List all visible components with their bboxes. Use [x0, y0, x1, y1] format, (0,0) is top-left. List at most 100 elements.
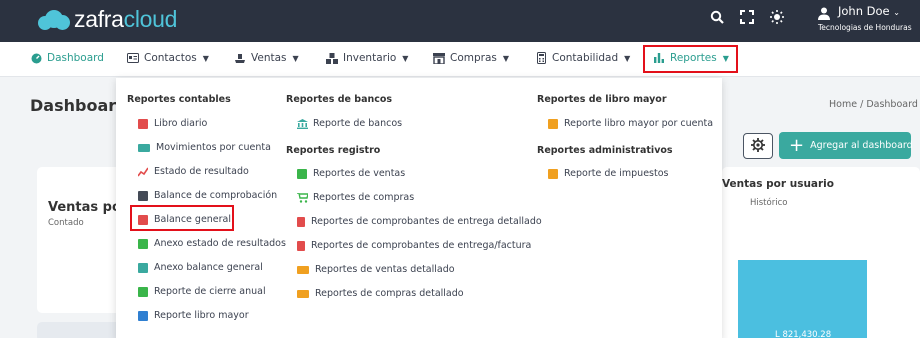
top-bar: zafracloud John Doe ⌄ Tecnologias de Hon… — [0, 0, 920, 42]
menu-item-comprobantes-detallado[interactable]: Reportes de comprobantes de entrega deta… — [297, 216, 542, 227]
cloud-logo-icon — [38, 8, 72, 30]
breadcrumb-current: Dashboard — [866, 99, 918, 110]
menu-item-label: Reportes de ventas — [313, 168, 406, 179]
chevron-down-icon: ▼ — [292, 53, 299, 63]
search-icon[interactable] — [709, 10, 725, 26]
nav-label: Dashboard — [47, 52, 104, 64]
menu-item-reportes-compras[interactable]: Reportes de compras — [297, 191, 415, 203]
organization-name: Tecnologias de Honduras — [818, 23, 912, 32]
chevron-down-icon: ▼ — [402, 53, 409, 63]
menu-item-ventas-detallado[interactable]: Reportes de ventas detallado — [297, 264, 455, 275]
reportes-highlight — [643, 45, 738, 73]
menu-item-anexo-estado[interactable]: Anexo estado de resultados — [138, 238, 286, 249]
contact-card-icon — [127, 52, 139, 64]
menu-item-libro-mayor-cuenta[interactable]: Reporte libro mayor por cuenta — [548, 118, 713, 129]
nav-label: Inventario — [343, 52, 397, 64]
menu-item-label: Reportes de comprobantes de entrega deta… — [311, 216, 542, 227]
money-icon — [138, 143, 150, 152]
plus-icon: + — [789, 134, 805, 156]
menu-item-label: Balance de comprobación — [154, 190, 278, 201]
card-title: Ventas po — [48, 200, 121, 215]
menu-heading-administrativos: Reportes administrativos — [537, 145, 673, 156]
file-icon — [138, 238, 148, 249]
user-name: John Doe ⌄ — [838, 4, 900, 18]
book-icon — [138, 118, 148, 129]
menu-item-cierre-anual[interactable]: Reporte de cierre anual — [138, 286, 266, 297]
menu-item-libro-mayor[interactable]: Reporte libro mayor — [138, 310, 249, 321]
menu-item-label: Anexo estado de resultados — [154, 238, 286, 249]
clipboard-icon — [297, 240, 305, 251]
boxes-icon — [297, 289, 309, 298]
menu-item-label: Reportes de comprobantes de entrega/fact… — [311, 240, 532, 251]
menu-item-libro-diario[interactable]: Libro diario — [138, 118, 207, 129]
nav-dashboard[interactable]: Dashboard — [30, 52, 104, 64]
line-chart-icon — [137, 167, 149, 177]
chevron-down-icon: ▼ — [502, 53, 510, 63]
chevron-down-icon: ▼ — [624, 53, 631, 63]
page-title: Dashboard — [30, 96, 128, 115]
main-nav: Dashboard Contactos ▼ Ventas ▼ Inventari… — [0, 42, 920, 77]
menu-item-label: Reportes de compras — [313, 192, 415, 203]
menu-item-comprobantes-factura[interactable]: Reportes de comprobantes de entrega/fact… — [297, 240, 531, 251]
brand-name: zafracloud — [74, 5, 178, 32]
nav-contabilidad[interactable]: Contabilidad ▼ — [535, 52, 630, 64]
nav-contactos[interactable]: Contactos ▼ — [127, 52, 209, 64]
balance-general-highlight — [130, 205, 234, 231]
store-icon — [433, 52, 445, 64]
file-icon — [138, 310, 148, 321]
menu-item-anexo-balance[interactable]: Anexo balance general — [138, 262, 263, 273]
bank-icon — [297, 118, 308, 129]
sales-icon — [297, 168, 307, 179]
menu-item-label: Movimientos por cuenta — [156, 142, 271, 153]
menu-item-label: Reportes de ventas detallado — [315, 264, 455, 275]
menu-item-movimientos[interactable]: Movimientos por cuenta — [138, 142, 271, 153]
cart-icon — [297, 191, 309, 203]
menu-heading-contables: Reportes contables — [127, 94, 231, 105]
menu-item-reporte-bancos[interactable]: Reporte de bancos — [297, 118, 402, 129]
nav-ventas[interactable]: Ventas ▼ — [234, 52, 299, 64]
menu-item-label: Reporte de cierre anual — [154, 286, 266, 297]
user-icon — [818, 5, 830, 24]
clipboard-icon — [297, 216, 305, 227]
chevron-down-icon: ⌄ — [893, 8, 900, 17]
nav-label: Contactos — [144, 52, 197, 64]
menu-item-balance-comprobacion[interactable]: Balance de comprobación — [138, 190, 277, 201]
menu-item-label: Reportes de compras detallado — [315, 288, 464, 299]
calendar-icon — [138, 286, 148, 297]
menu-heading-registro: Reportes registro — [286, 145, 381, 156]
coins-icon — [548, 168, 558, 179]
nav-label: Contabilidad — [552, 52, 619, 64]
nav-inventario[interactable]: Inventario ▼ — [326, 52, 408, 64]
menu-item-label: Estado de resultado — [154, 166, 249, 177]
menu-item-label: Reporte libro mayor — [154, 310, 249, 321]
add-to-dashboard-button[interactable]: + Agregar al dashboard — [779, 132, 913, 159]
menu-item-label: Reporte libro mayor por cuenta — [564, 118, 714, 129]
card-title: Ventas por usuario — [722, 178, 834, 190]
breadcrumb-home[interactable]: Home — [829, 99, 857, 110]
brightness-icon[interactable] — [769, 10, 785, 26]
gear-icon — [751, 137, 765, 156]
calculator-icon — [535, 52, 547, 64]
file-icon — [138, 262, 148, 273]
card-subtitle: Contado — [48, 218, 84, 228]
brand-logo[interactable]: zafracloud — [38, 6, 177, 32]
chart-bar-value: L 821,430.28 — [775, 330, 832, 338]
menu-item-label: Reporte de impuestos — [564, 168, 669, 179]
fullscreen-icon[interactable] — [739, 10, 755, 26]
menu-item-label: Libro diario — [154, 118, 208, 129]
menu-item-estado-resultado[interactable]: Estado de resultado — [137, 166, 249, 177]
dashboard-icon — [30, 52, 42, 64]
menu-item-compras-detallado[interactable]: Reportes de compras detallado — [297, 288, 464, 299]
menu-item-reportes-ventas[interactable]: Reportes de ventas — [297, 168, 405, 179]
menu-item-impuestos[interactable]: Reporte de impuestos — [548, 168, 668, 179]
menu-heading-libro-mayor: Reportes de libro mayor — [537, 94, 667, 105]
file-check-icon — [138, 190, 148, 201]
settings-button[interactable] — [743, 133, 773, 159]
card-subtitle: Histórico — [750, 198, 788, 208]
nav-label: Compras — [450, 52, 497, 64]
menu-item-label: Anexo balance general — [154, 262, 263, 273]
chart-bar — [738, 260, 867, 338]
money-icon — [297, 265, 309, 274]
menu-item-label: Reporte de bancos — [313, 118, 403, 129]
nav-compras[interactable]: Compras ▼ — [433, 52, 509, 64]
